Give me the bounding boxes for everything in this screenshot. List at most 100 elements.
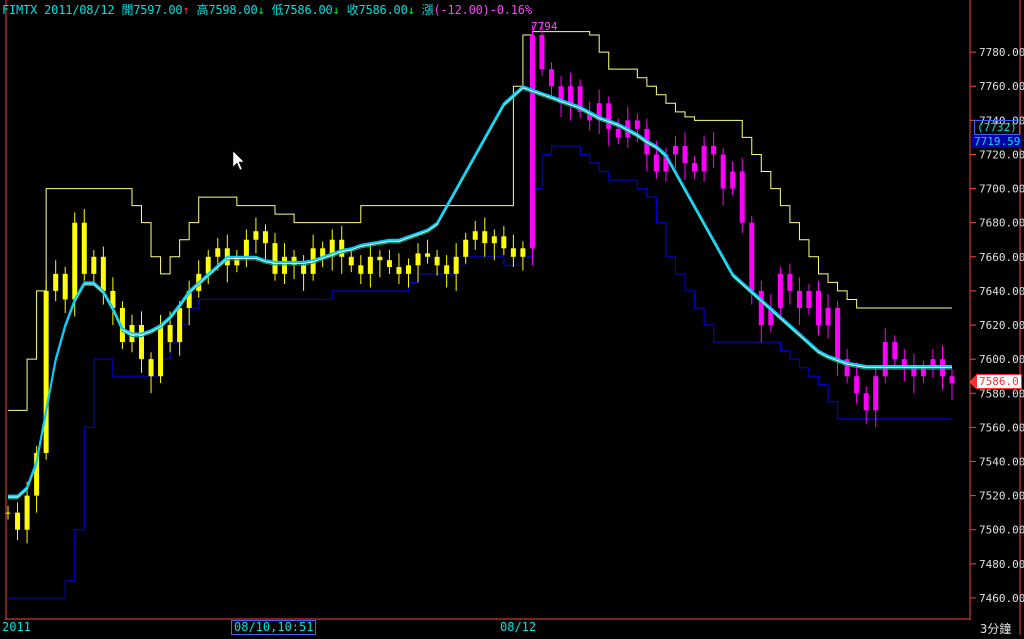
candle-body (529, 35, 535, 249)
candle-body (816, 290, 822, 326)
chart-frame: 7460.00 7480.00 7500.00 7520.00 7540.00 7560.… (0, 0, 1024, 635)
candle-body (491, 236, 497, 244)
price-chart: 7460.00 7480.00 7500.00 7520.00 7540.00 7560.… (5, 0, 1024, 635)
candle-body (634, 120, 640, 129)
candle-body (796, 290, 802, 308)
candle-body (415, 253, 421, 266)
candle-body (177, 307, 183, 343)
candle-body (854, 376, 860, 394)
low-label: 低 (271, 3, 284, 17)
low-arrow-icon: ↓ (332, 3, 340, 17)
candle-body (167, 325, 173, 343)
candle-body (377, 256, 383, 261)
candle-body (81, 222, 87, 274)
y-tick-label: 7460.00 (979, 592, 1024, 605)
y-tick-label: 7520.00 (979, 490, 1024, 503)
candle-body (711, 145, 717, 155)
y-tick-label: 7480.00 (979, 558, 1024, 571)
last-price-pointer-icon (969, 375, 976, 389)
candle-body (653, 154, 659, 172)
y-tick-label: 7580.00 (979, 387, 1024, 400)
candle-body (5, 512, 11, 514)
y-tick-label: 7560.00 (979, 421, 1024, 434)
candle-body (835, 307, 841, 360)
candle-body (806, 290, 812, 308)
candle-body (692, 162, 698, 172)
candles-layer (5, 21, 955, 544)
candle-body (367, 256, 373, 274)
candle-body (100, 256, 106, 291)
date-marker: 08/12 (500, 620, 537, 634)
open-label: 開 (121, 3, 134, 17)
candle-body (405, 265, 411, 274)
candle-body (787, 273, 793, 291)
quote-date: 2011/08/12 (44, 3, 115, 17)
candle-body (873, 376, 879, 411)
bands-layer (8, 31, 952, 599)
candle-body (434, 256, 440, 266)
candle-body (777, 273, 783, 308)
quote-header: FIMTX 2011/08/12 開7597.00↑ 高7598.00↓ 低75… (2, 1, 532, 18)
candle-body (43, 290, 49, 453)
y-tick-label: 7760.00 (979, 80, 1024, 93)
candle-body (749, 222, 755, 291)
y-tick-label: 7640.00 (979, 285, 1024, 298)
candle-body (243, 239, 249, 257)
candle-body (568, 86, 574, 104)
candle-body (453, 256, 459, 274)
candle-body (682, 145, 688, 163)
symbol[interactable]: FIMTX (2, 3, 37, 17)
y-tick-label: 7500.00 (979, 524, 1024, 537)
change-label: 漲 (421, 3, 434, 17)
candle-body (882, 342, 888, 377)
candle-body (91, 256, 97, 274)
change-value: (-12.00)-0.16% (433, 3, 533, 17)
candle-body (472, 231, 478, 240)
upper-band-line (8, 31, 952, 411)
candle-body (549, 69, 555, 87)
candle-body (892, 342, 898, 360)
candle-body (53, 273, 59, 291)
candle-body (463, 239, 469, 257)
y-tick-label: 7620.00 (979, 319, 1024, 332)
candle-body (148, 359, 154, 377)
candle-body (520, 248, 526, 257)
close-label: 收 (346, 3, 359, 17)
last-price-tag: 7586.0 (976, 374, 1022, 389)
close-value: 7586.00 (358, 3, 408, 17)
candle-body (510, 248, 516, 257)
y-tick-label: 7780.00 (979, 46, 1024, 59)
candle-body (672, 145, 678, 155)
candle-body (72, 222, 78, 300)
candle-body (501, 236, 507, 249)
candle-body (949, 376, 955, 384)
candle-body (396, 267, 402, 274)
close-arrow-icon: ↓ (407, 3, 415, 17)
candle-body (158, 325, 164, 377)
y-tick-label: 7540.00 (979, 455, 1024, 468)
candle-body (606, 103, 612, 129)
candle-body (358, 265, 364, 274)
candle-body (425, 253, 431, 257)
cursor-time-box: 08/10,10:51 (231, 620, 317, 635)
period-label[interactable]: 3分鐘 (980, 620, 1011, 637)
candle-body (615, 128, 621, 138)
high-label: 高 (196, 3, 209, 17)
candle-body (24, 495, 30, 530)
open-value: 7597.00 (133, 3, 183, 17)
candle-body (739, 171, 745, 223)
y-tick-label: 7720.00 (979, 148, 1024, 161)
open-arrow-icon: ↑ (182, 3, 190, 17)
candle-body (539, 35, 545, 70)
low-value: 7586.00 (283, 3, 333, 17)
candle-body (215, 248, 221, 257)
candle-body (339, 239, 345, 257)
candle-body (62, 273, 68, 300)
peak-label: 7794 (531, 20, 558, 33)
candle-body (138, 325, 144, 360)
candle-body (482, 231, 488, 244)
candle-body (386, 260, 392, 268)
candle-body (701, 145, 707, 172)
candle-body (348, 256, 354, 266)
candle-body (272, 243, 278, 274)
